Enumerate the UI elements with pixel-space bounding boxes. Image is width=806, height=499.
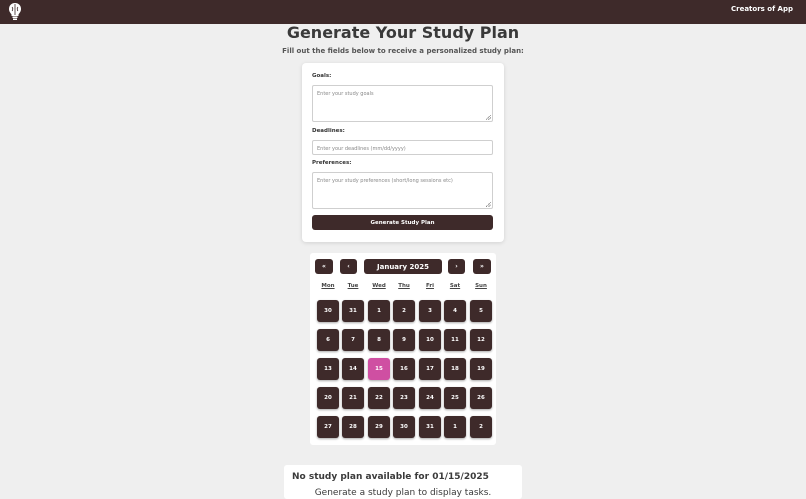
calendar-day[interactable]: 24 xyxy=(419,387,441,409)
prev-month-button[interactable]: ‹ xyxy=(340,259,357,274)
calendar-day[interactable]: 3 xyxy=(419,300,441,322)
calendar-day[interactable]: 2 xyxy=(393,300,415,322)
resize-grip-icon[interactable] xyxy=(486,115,491,120)
deadlines-label: Deadlines: xyxy=(312,128,345,134)
top-navbar: Creators of App xyxy=(0,0,806,24)
calendar-day[interactable]: 30 xyxy=(317,300,339,322)
calendar-day[interactable]: 27 xyxy=(317,416,339,438)
calendar-day[interactable]: 23 xyxy=(393,387,415,409)
calendar-day[interactable]: 13 xyxy=(317,358,339,380)
calendar-day[interactable]: 8 xyxy=(368,329,390,351)
preferences-placeholder: Enter your study preferences (short/long… xyxy=(317,178,453,184)
calendar-day[interactable]: 18 xyxy=(444,358,466,380)
calendar-day[interactable]: 20 xyxy=(317,387,339,409)
deadlines-input[interactable]: Enter your deadlines (mm/dd/yyyy) xyxy=(312,140,493,155)
calendar-day[interactable]: 1 xyxy=(368,300,390,322)
calendar-day[interactable]: 15 xyxy=(368,358,390,380)
calendar-day[interactable]: 17 xyxy=(419,358,441,380)
goals-placeholder: Enter your study goals xyxy=(317,91,374,97)
next-month-button[interactable]: › xyxy=(448,259,465,274)
weekday-header: Sun xyxy=(475,283,487,289)
page-subtitle: Fill out the fields below to receive a p… xyxy=(282,47,524,55)
calendar-day[interactable]: 12 xyxy=(470,329,492,351)
calendar-day[interactable]: 7 xyxy=(342,329,364,351)
calendar-day[interactable]: 5 xyxy=(470,300,492,322)
calendar-day[interactable]: 19 xyxy=(470,358,492,380)
goals-textarea[interactable]: Enter your study goals xyxy=(312,85,493,122)
calendar-day[interactable]: 9 xyxy=(393,329,415,351)
calendar-day[interactable]: 4 xyxy=(444,300,466,322)
study-plan-panel: No study plan available for 01/15/2025 G… xyxy=(284,465,522,499)
plan-status-note: Generate a study plan to display tasks. xyxy=(314,488,492,498)
calendar-day[interactable]: 31 xyxy=(419,416,441,438)
calendar-day[interactable]: 6 xyxy=(317,329,339,351)
calendar-day[interactable]: 2 xyxy=(470,416,492,438)
preferences-textarea[interactable]: Enter your study preferences (short/long… xyxy=(312,172,493,209)
deadlines-placeholder: Enter your deadlines (mm/dd/yyyy) xyxy=(317,146,406,152)
calendar-day[interactable]: 30 xyxy=(393,416,415,438)
calendar-day[interactable]: 29 xyxy=(368,416,390,438)
weekday-header: Tue xyxy=(347,283,359,289)
weekday-header: Thu xyxy=(398,283,410,289)
calendar-day[interactable]: 16 xyxy=(393,358,415,380)
calendar-day[interactable]: 28 xyxy=(342,416,364,438)
preferences-label: Preferences: xyxy=(312,160,352,166)
calendar-day[interactable]: 21 xyxy=(342,387,364,409)
brain-lightbulb-icon[interactable] xyxy=(8,2,22,21)
plan-status-title: No study plan available for 01/15/2025 xyxy=(292,472,489,482)
study-plan-form: Goals: Enter your study goals Deadlines:… xyxy=(302,63,504,242)
creators-link[interactable]: Creators of App xyxy=(731,5,793,13)
next-year-button[interactable]: » xyxy=(473,259,491,274)
weekday-header: Mon xyxy=(321,283,335,289)
calendar-day[interactable]: 22 xyxy=(368,387,390,409)
page-title: Generate Your Study Plan xyxy=(286,23,520,42)
calendar-day[interactable]: 11 xyxy=(444,329,466,351)
weekday-header: Sat xyxy=(449,283,461,289)
calendar-day[interactable]: 10 xyxy=(419,329,441,351)
calendar-day[interactable]: 25 xyxy=(444,387,466,409)
resize-grip-icon[interactable] xyxy=(486,202,491,207)
month-label: January 2025 xyxy=(364,259,442,274)
weekday-header: Wed xyxy=(372,283,386,289)
calendar-day[interactable]: 31 xyxy=(342,300,364,322)
weekday-header: Fri xyxy=(425,283,434,289)
prev-year-button[interactable]: « xyxy=(315,259,333,274)
calendar-day[interactable]: 26 xyxy=(470,387,492,409)
calendar: « ‹ January 2025 › » Mon Tue Wed Thu Fri Sat S… xyxy=(310,253,496,445)
generate-study-plan-button[interactable]: Generate Study Plan xyxy=(312,215,493,230)
goals-label: Goals: xyxy=(312,73,332,79)
calendar-day[interactable]: 14 xyxy=(342,358,364,380)
calendar-day[interactable]: 1 xyxy=(444,416,466,438)
